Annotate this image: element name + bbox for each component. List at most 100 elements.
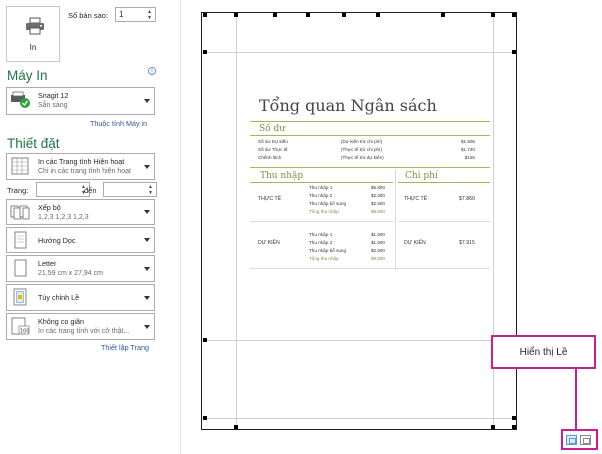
income-item-name: Thu nhập bổ sung [309, 201, 347, 206]
print-settings-pane: In Số bản sao: 1 ▲ ▼ Máy In i Snagit 12 … [0, 0, 162, 454]
income-total-name: Tổng thu nhập [309, 209, 339, 214]
copies-input[interactable]: 1 ▲ ▼ [115, 7, 156, 22]
spin-down-icon[interactable]: ▼ [148, 190, 154, 196]
margins-label: Tùy chỉnh Lề [38, 293, 80, 302]
collate-dropdown[interactable]: Xếp bộ 1,2,3 1,2,3 1,2,3 [6, 199, 155, 225]
income-total-value: $9.600 [370, 209, 385, 214]
paper-size-icon [14, 259, 27, 277]
footer-margin-guide[interactable] [202, 418, 516, 419]
row-rule [250, 268, 490, 269]
column-divider [395, 170, 396, 270]
margin-handle[interactable] [203, 338, 207, 342]
top-margin-guide[interactable] [202, 52, 516, 53]
margins-icon [13, 288, 27, 306]
margin-handle[interactable] [306, 13, 310, 17]
income-item-name: Thu nhập 2 [309, 193, 333, 198]
pages-to-input[interactable]: ▲ ▼ [103, 182, 157, 197]
balance-row-value: $1.740 [460, 147, 475, 152]
callout-text: Hiển thị Lề [519, 347, 568, 358]
pages-from-input[interactable]: ▲ ▼ [36, 182, 90, 197]
margin-handle[interactable] [512, 13, 516, 17]
income-item-value: $2.300 [370, 193, 385, 198]
print-button[interactable]: In [6, 6, 60, 62]
paper-size-dimensions: 21,59 cm x 27,94 cm [38, 270, 103, 277]
balance-row-note: (Dự kiến trừ chi phí) [341, 139, 383, 144]
show-margins-icon[interactable] [566, 435, 577, 445]
collate-label: Xếp bộ [38, 203, 61, 212]
copies-value: 1 [119, 10, 124, 19]
print-scope-description: Chỉ in các trang tính hiện hoạt [38, 168, 132, 175]
expenses-planned-value: $7.915 [459, 240, 475, 246]
printer-ready-icon [11, 91, 30, 108]
chevron-down-icon [144, 267, 150, 271]
chevron-down-icon [144, 99, 150, 103]
print-scope-label: In các Trang tính Hiện hoạt [38, 157, 125, 166]
chevron-down-icon [144, 325, 150, 329]
expenses-rule [398, 182, 490, 183]
info-icon[interactable]: i [148, 67, 156, 75]
document-title: Tổng quan Ngân sách [259, 96, 437, 115]
collate-icon [10, 205, 30, 220]
income-item-value: $1.500 [370, 232, 385, 237]
expenses-actual-value: $7.860 [459, 196, 475, 202]
margin-handle[interactable] [491, 425, 495, 429]
no-scaling-icon: 100 [11, 317, 30, 335]
svg-text:100: 100 [20, 329, 30, 335]
scaling-label: Không co giãn [38, 317, 84, 326]
printer-section-title: Máy In [7, 68, 48, 83]
balance-row-value: $1.505 [460, 139, 475, 144]
margin-handle[interactable] [234, 13, 238, 17]
margin-handle[interactable] [234, 425, 238, 429]
income-planned-label: DỰ KIẾN [258, 240, 280, 246]
orientation-dropdown[interactable]: Hướng Dọc [6, 227, 155, 253]
scaling-description: In các trang tính với cỡ thật... [38, 328, 130, 335]
left-margin-guide[interactable] [236, 13, 237, 429]
bottom-margin-guide[interactable] [202, 340, 516, 341]
income-item-name: Thu nhập 1 [309, 232, 333, 237]
chevron-down-icon [144, 165, 150, 169]
income-actual-label: THỰC TẾ [258, 196, 282, 202]
margin-handle[interactable] [203, 416, 207, 420]
paper-size-label: Letter [38, 259, 57, 268]
pane-divider [180, 0, 181, 454]
margin-handle[interactable] [441, 13, 445, 17]
margin-handle[interactable] [203, 50, 207, 54]
balance-row-value: $155 [464, 155, 475, 160]
margin-handle[interactable] [491, 13, 495, 17]
orientation-label: Hướng Dọc [38, 236, 76, 245]
balance-row-label: Chênh lệch [258, 155, 282, 160]
title-rule [250, 121, 490, 122]
income-item-value: $2.500 [370, 248, 385, 253]
page-setup-link[interactable]: Thiết lập Trang [101, 343, 149, 352]
margin-handle[interactable] [512, 425, 516, 429]
print-scope-dropdown[interactable]: In các Trang tính Hiện hoạt Chỉ in các t… [6, 153, 155, 180]
row-rule [398, 221, 490, 222]
section-rule [250, 167, 490, 168]
spin-down-icon[interactable]: ▼ [147, 15, 153, 21]
margin-handle[interactable] [203, 13, 207, 17]
margin-handle[interactable] [512, 416, 516, 420]
income-item-name: Thu nhập bổ sung [309, 248, 347, 253]
balance-row-note: (Thực tế trừ dự kiến) [341, 155, 384, 160]
scaling-dropdown[interactable]: 100 Không co giãn In các trang tính với … [6, 313, 155, 340]
margin-handle[interactable] [512, 50, 516, 54]
income-heading: Thu nhập [260, 171, 304, 181]
income-item-name: Thu nhập 1 [309, 185, 333, 190]
income-total-name: Tổng thu nhập [309, 256, 339, 261]
printer-dropdown[interactable]: Snagit 12 Sẵn sàng [6, 87, 155, 115]
sheet-grid-icon [11, 157, 29, 175]
expenses-actual-label: THỰC TẾ [404, 196, 428, 202]
income-item-name: Thu nhập 2 [309, 240, 333, 245]
paper-size-dropdown[interactable]: Letter 21,59 cm x 27,94 cm [6, 255, 155, 282]
margin-handle[interactable] [342, 13, 346, 17]
callout-connector [575, 369, 577, 429]
zoom-to-page-icon[interactable] [580, 435, 591, 445]
expenses-planned-label: DỰ KIẾN [404, 240, 426, 246]
margin-handle[interactable] [273, 13, 277, 17]
margins-dropdown[interactable]: Tùy chỉnh Lề [6, 284, 155, 311]
show-margins-callout: Hiển thị Lề [491, 335, 596, 369]
printer-properties-link[interactable]: Thuộc tính Máy in [90, 119, 147, 128]
pages-to-label: đến [84, 186, 97, 195]
margin-handle[interactable] [376, 13, 380, 17]
portrait-orientation-icon [14, 231, 27, 249]
